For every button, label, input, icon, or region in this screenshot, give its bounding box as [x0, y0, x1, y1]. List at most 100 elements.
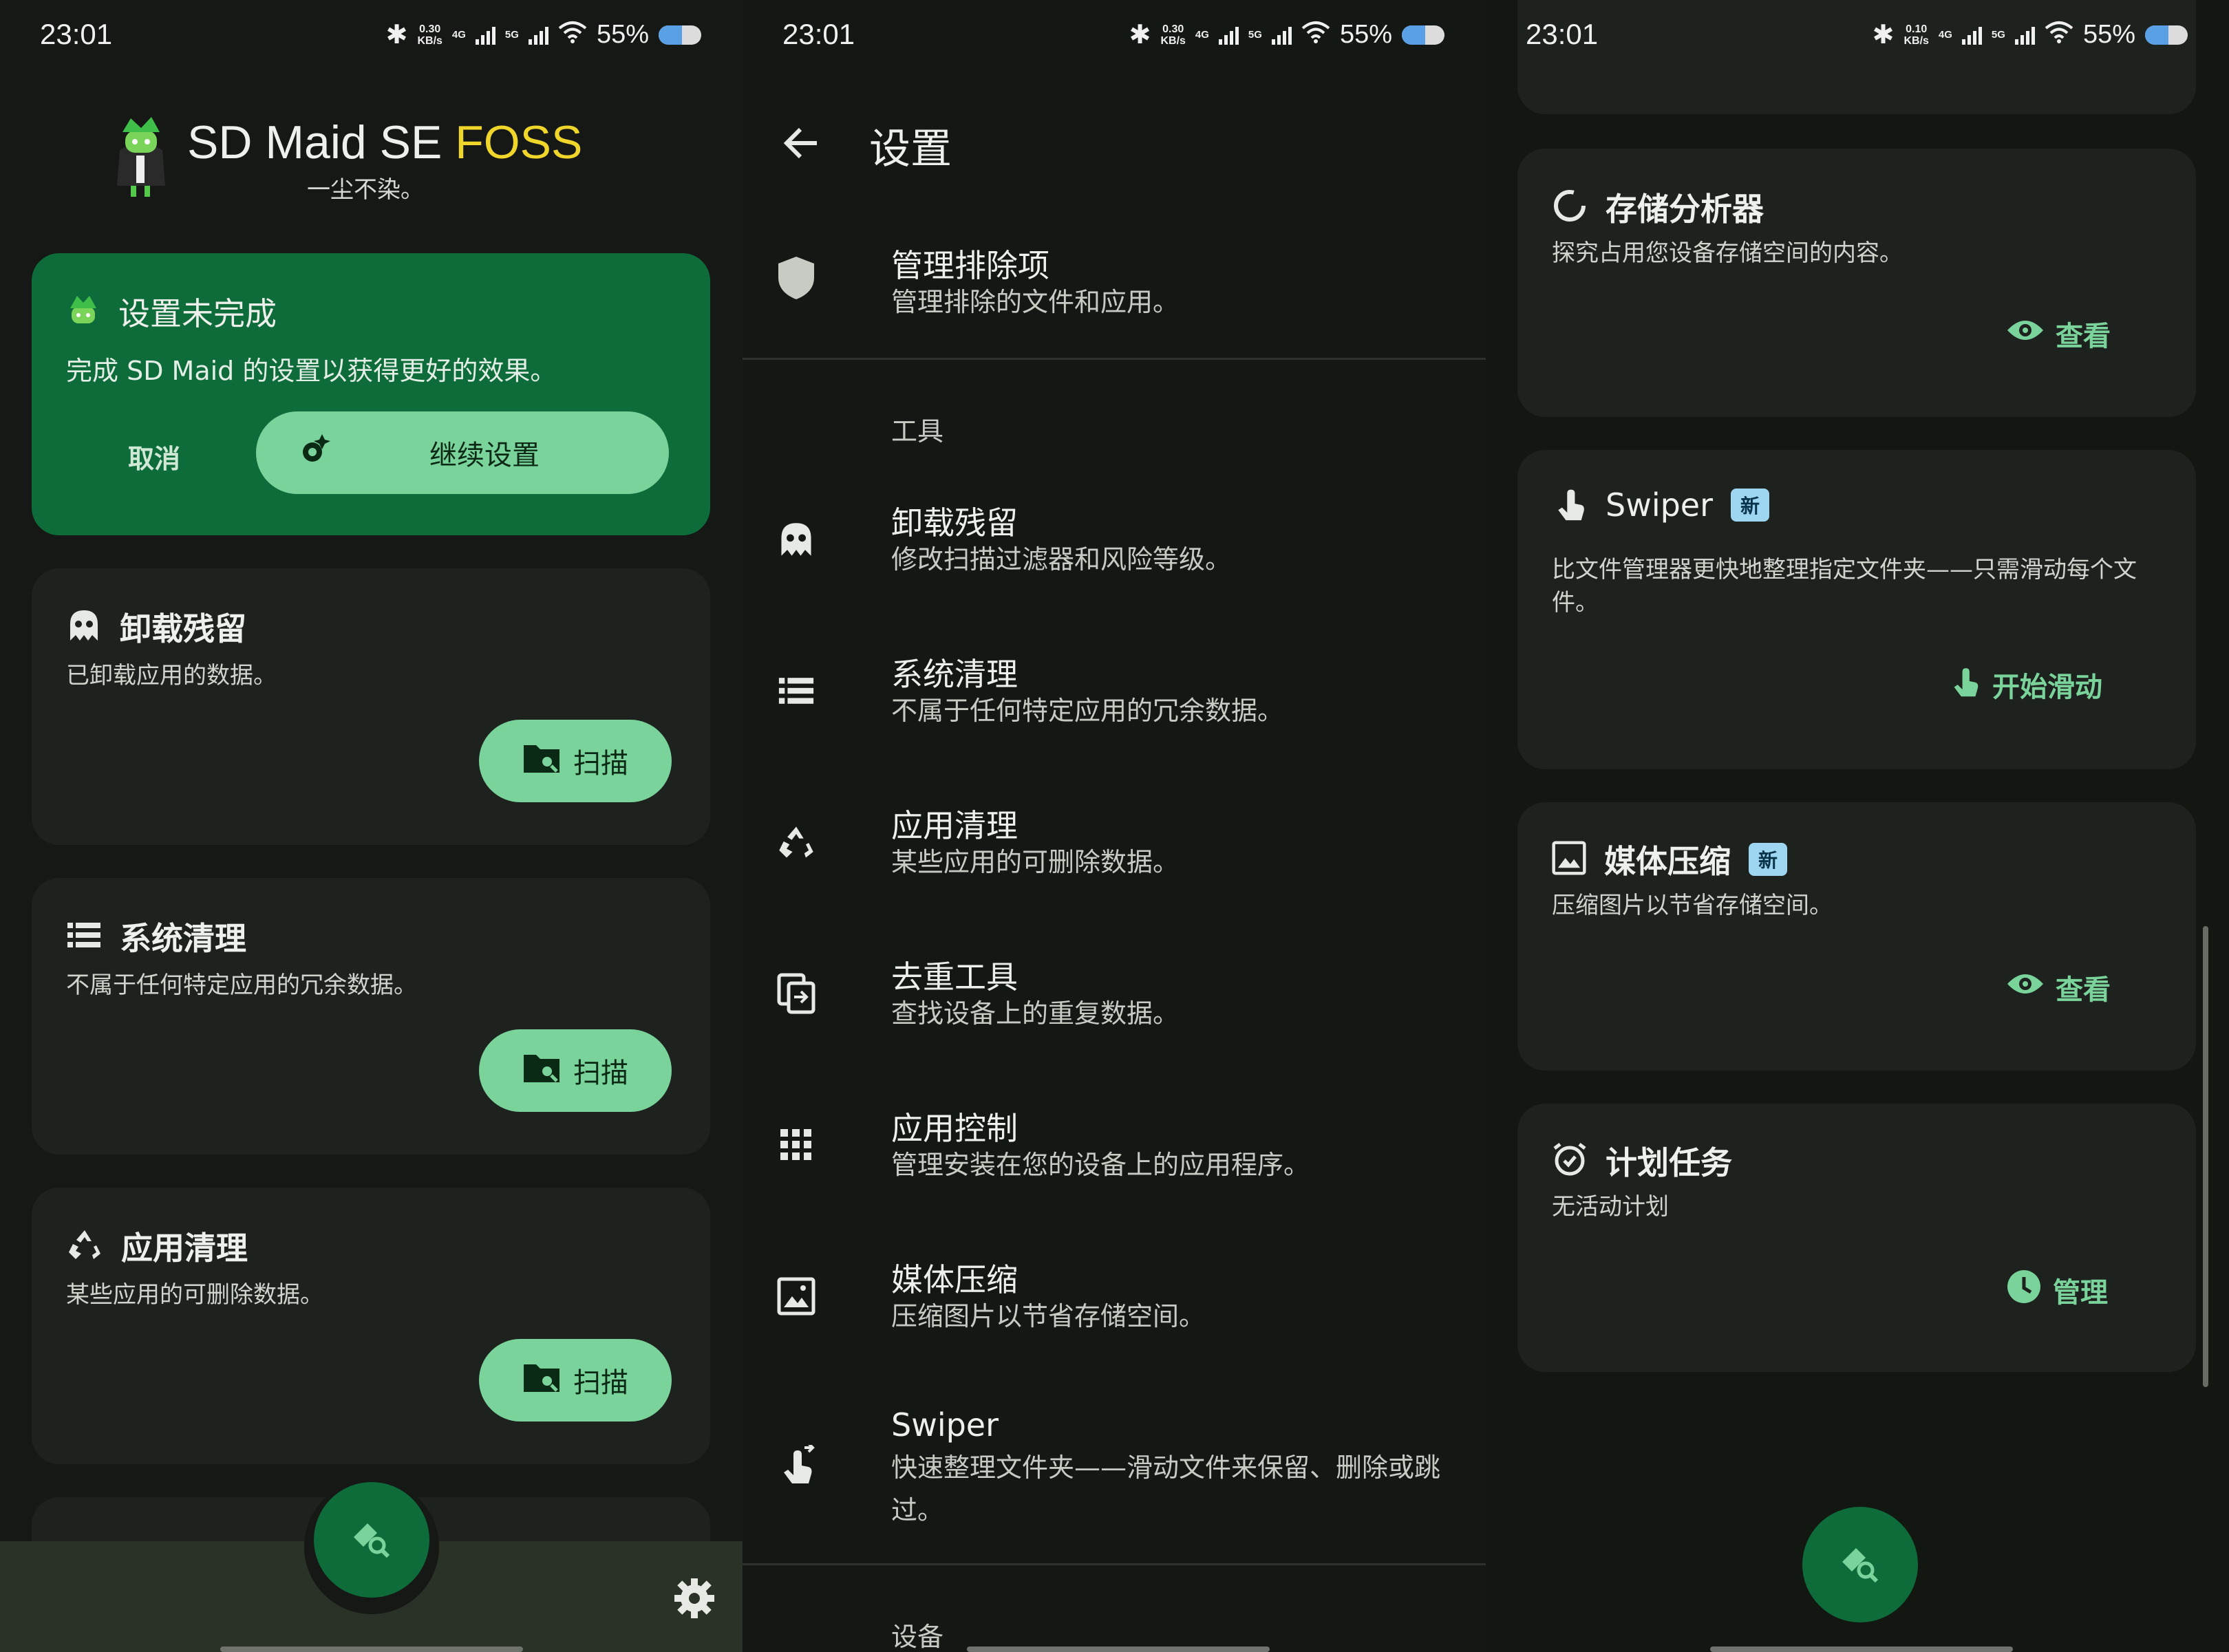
- status-bar: 23:01 ✱ 0.10 KB/s 4G 5G 55%: [1486, 0, 2229, 76]
- divider: [743, 1563, 1486, 1565]
- ghost-icon: [66, 608, 102, 646]
- scan-all-fab[interactable]: [1802, 1507, 1918, 1622]
- card-title: 应用清理: [121, 1230, 248, 1267]
- network-type-2: 5G: [504, 29, 519, 41]
- card-description: 探究占用您设备存储空间的内容。: [1552, 239, 1903, 267]
- status-time: 23:01: [782, 18, 855, 50]
- eye-icon: [2006, 970, 2045, 1005]
- image-icon: [776, 1276, 817, 1317]
- scan-button[interactable]: 扫描: [479, 1339, 672, 1422]
- battery-icon: [659, 25, 701, 45]
- analyzer-icon: [1552, 188, 1588, 226]
- settings-item-title: 去重工具: [891, 958, 1018, 996]
- status-time: 23:01: [40, 18, 113, 50]
- image-icon: [1552, 841, 1586, 878]
- settings-item-title: 媒体压缩: [891, 1261, 1018, 1298]
- view-label: 查看: [2056, 974, 2111, 1006]
- network-type-1: 4G: [1938, 29, 1952, 41]
- divider: [743, 358, 1486, 360]
- battery-text: 55%: [1339, 20, 1392, 49]
- app-tagline: 一尘不染。: [307, 176, 424, 204]
- settings-toolbar: 设置: [743, 103, 1486, 186]
- network-speed: 0.10 KB/s: [1903, 23, 1929, 47]
- shield-icon: [776, 257, 817, 299]
- settings-item-media-compress[interactable]: 媒体压缩 压缩图片以节省存储空间。: [743, 1248, 1486, 1365]
- back-arrow-icon[interactable]: [781, 122, 822, 167]
- folder-search-icon: [522, 1051, 561, 1091]
- scan-all-fab[interactable]: [314, 1482, 429, 1598]
- card-title: 媒体压缩: [1604, 843, 1731, 880]
- card-description: 某些应用的可删除数据。: [66, 1281, 323, 1309]
- section-header-device: 设备: [891, 1622, 944, 1652]
- card-title: 系统清理: [120, 920, 246, 957]
- network-type-2: 5G: [1991, 29, 2005, 41]
- section-header-tools: 工具: [891, 416, 944, 447]
- manage-button[interactable]: 管理: [2006, 1269, 2108, 1311]
- view-label: 查看: [2056, 321, 2111, 352]
- app-logo-icon: [110, 110, 172, 202]
- settings-item-app-cleaner[interactable]: 应用清理 某些应用的可删除数据。: [743, 794, 1486, 911]
- signal-icon: [528, 25, 548, 45]
- scan-label: 扫描: [573, 1058, 628, 1089]
- signal-icon: [1271, 25, 1292, 45]
- broom-search-icon: [1838, 1541, 1882, 1588]
- manage-label: 管理: [2053, 1277, 2108, 1309]
- settings-item-subtitle: 管理安装在您的设备上的应用程序。: [891, 1150, 1310, 1180]
- app-cleaner-card: 应用清理 某些应用的可删除数据。 扫描: [32, 1188, 710, 1464]
- settings-item-deduplicator[interactable]: 去重工具 查找设备上的重复数据。: [743, 945, 1486, 1062]
- scan-button[interactable]: 扫描: [479, 720, 672, 802]
- network-type-1: 4G: [451, 29, 466, 41]
- media-compress-card: 媒体压缩 新 压缩图片以节省存储空间。 查看: [1517, 802, 2196, 1071]
- app-title: SD Maid SE FOSS: [187, 116, 583, 169]
- cancel-setup-button[interactable]: 取消: [128, 438, 180, 475]
- settings-item-subtitle: 不属于任何特定应用的冗余数据。: [891, 696, 1284, 726]
- ghost-icon: [776, 519, 817, 560]
- home-indicator: [1710, 1646, 2013, 1652]
- card-title: 存储分析器: [1606, 191, 1764, 228]
- list-icon: [776, 670, 817, 711]
- settings-screen: 23:01 ✱ 0.30 KB/s 4G 5G 55% 设置 管理排除项 管理排除…: [743, 0, 1486, 1652]
- settings-item-corpse-finder[interactable]: 卸载残留 修改扫描过滤器和风险等级。: [743, 491, 1486, 608]
- eye-icon: [2006, 317, 2045, 351]
- system-cleaner-card: 系统清理 不属于任何特定应用的冗余数据。 扫描: [32, 878, 710, 1155]
- settings-item-subtitle: 压缩图片以节省存储空间。: [891, 1301, 1206, 1331]
- setup-card-description: 完成 SD Maid 的设置以获得更好的效果。: [66, 356, 557, 386]
- settings-item-subtitle: 查找设备上的重复数据。: [891, 998, 1180, 1029]
- card-description: 压缩图片以节省存储空间。: [1552, 892, 1833, 919]
- dashboard-screen: 23:01 ✱ 0.30 KB/s 4G 5G 55% SD Maid SE F…: [0, 0, 743, 1652]
- new-badge: 新: [1731, 489, 1770, 522]
- settings-item-system-cleaner[interactable]: 系统清理 不属于任何特定应用的冗余数据。: [743, 643, 1486, 760]
- settings-item-subtitle: 某些应用的可删除数据。: [891, 847, 1180, 877]
- battery-icon: [1402, 25, 1444, 45]
- scrollbar[interactable]: [2203, 926, 2208, 1387]
- setup-mascot-icon: [66, 293, 100, 330]
- view-button[interactable]: 查看: [2006, 314, 2111, 354]
- network-speed: 0.30 KB/s: [1160, 23, 1186, 47]
- start-swiping-button[interactable]: 开始滑动: [1948, 663, 2102, 706]
- view-button[interactable]: 查看: [2006, 967, 2111, 1007]
- signal-icon: [2014, 25, 2035, 45]
- card-title: 卸载残留: [120, 610, 246, 647]
- settings-item-subtitle: 修改扫描过滤器和风险等级。: [891, 544, 1232, 575]
- card-title: Swiper: [1606, 486, 1714, 524]
- scan-button[interactable]: 扫描: [479, 1029, 672, 1112]
- swipe-icon: [1552, 484, 1588, 526]
- card-description: 已卸载应用的数据。: [66, 662, 277, 689]
- settings-item-title: 管理排除项: [891, 247, 1049, 284]
- settings-item-swiper[interactable]: Swiper 快速整理文件夹——滑动文件来保留、删除或跳过。: [743, 1399, 1486, 1558]
- continue-setup-button[interactable]: 继续设置: [256, 411, 669, 494]
- settings-gear-button[interactable]: [672, 1576, 717, 1624]
- settings-item-app-control[interactable]: 应用控制 管理安装在您的设备上的应用程序。: [743, 1097, 1486, 1214]
- settings-item-exclusions[interactable]: 管理排除项 管理排除的文件和应用。: [743, 234, 1486, 351]
- scan-label: 扫描: [573, 1367, 628, 1399]
- bluetooth-icon: ✱: [1129, 21, 1151, 50]
- swiper-card: Swiper 新 比文件管理器更快地整理指定文件夹——只需滑动每个文件。 开始滑…: [1517, 450, 2196, 769]
- signal-icon: [1218, 25, 1239, 45]
- card-title: 计划任务: [1606, 1144, 1732, 1181]
- home-indicator: [220, 1646, 523, 1652]
- start-swiping-label: 开始滑动: [1992, 672, 2102, 703]
- new-badge: 新: [1749, 843, 1788, 876]
- recycle-icon: [66, 1227, 103, 1265]
- status-bar: 23:01 ✱ 0.30 KB/s 4G 5G 55%: [0, 0, 743, 76]
- card-description: 无活动计划: [1552, 1193, 1669, 1221]
